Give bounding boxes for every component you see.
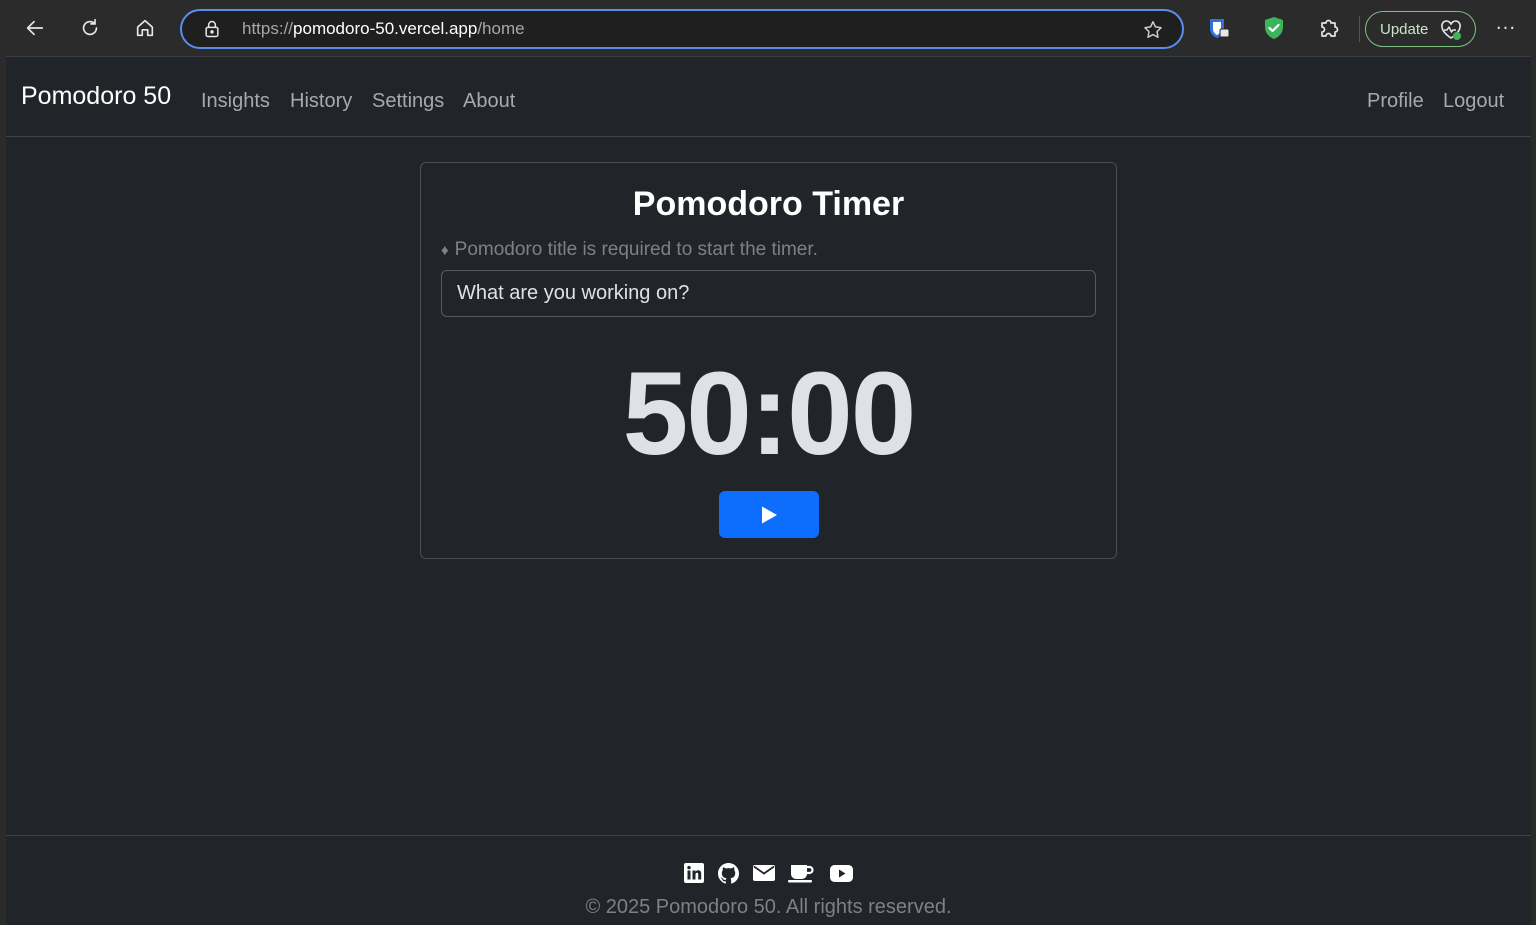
diamond-icon: ♦: [441, 242, 449, 259]
url-host: pomodoro-50.vercel.app: [293, 19, 478, 38]
home-button[interactable]: [127, 10, 163, 46]
url-prefix: https://: [242, 19, 294, 38]
linkedin-link[interactable]: [682, 862, 706, 884]
copyright-text: © 2025 Pomodoro 50. All rights reserved.: [585, 896, 952, 918]
task-title-input[interactable]: [441, 270, 1096, 317]
coffee-icon: [788, 865, 814, 883]
card-title: Pomodoro Timer: [632, 185, 905, 223]
youtube-link[interactable]: [828, 862, 854, 884]
update-button[interactable]: Update: [1365, 11, 1476, 47]
nav-link-profile[interactable]: Profile: [1367, 90, 1424, 113]
toolbar-divider: [1359, 16, 1360, 42]
browser-toolbar: https://pomodoro-50.vercel.app/home Upda…: [0, 0, 1536, 56]
refresh-button[interactable]: [72, 10, 108, 46]
timer-display: 50:00: [622, 348, 917, 480]
email-icon: [753, 865, 775, 881]
update-label: Update: [1380, 20, 1429, 38]
start-timer-button[interactable]: [719, 491, 819, 538]
refresh-icon: [82, 18, 98, 36]
linkedin-icon: [684, 863, 704, 883]
address-bar[interactable]: https://pomodoro-50.vercel.app/home: [180, 9, 1184, 49]
github-icon: [717, 862, 739, 884]
timer-card: Pomodoro Timer ♦ Pomodoro title is requir…: [420, 162, 1117, 559]
extension-shield-check-icon[interactable]: [1261, 15, 1287, 41]
nav-link-about[interactable]: About: [463, 90, 515, 113]
title-required-hint: ♦ Pomodoro title is required to start the…: [441, 239, 818, 261]
navbar: Pomodoro 50 Insights History Settings Ab…: [6, 57, 1531, 137]
brand-link[interactable]: Pomodoro 50: [21, 82, 171, 111]
more-button[interactable]: ···: [1490, 12, 1522, 44]
back-icon: [26, 20, 44, 36]
github-link[interactable]: [716, 862, 740, 884]
nav-link-insights[interactable]: Insights: [201, 90, 270, 113]
email-link[interactable]: [751, 862, 777, 884]
extension-shield-icon[interactable]: [1206, 15, 1232, 41]
puzzle-icon[interactable]: [1316, 15, 1342, 41]
back-button[interactable]: [17, 10, 53, 46]
home-icon: [136, 19, 154, 37]
page-viewport: Pomodoro 50 Insights History Settings Ab…: [6, 56, 1531, 925]
youtube-icon: [829, 864, 853, 882]
hint-text: Pomodoro title is required to start the …: [454, 239, 818, 260]
heart-pulse-icon: [1441, 20, 1461, 40]
coffee-link[interactable]: [787, 862, 815, 884]
footer: © 2025 Pomodoro 50. All rights reserved.: [6, 835, 1531, 925]
play-icon: [762, 506, 777, 523]
nav-link-settings[interactable]: Settings: [372, 90, 444, 113]
star-icon[interactable]: [1142, 19, 1164, 41]
nav-link-logout[interactable]: Logout: [1443, 90, 1504, 113]
lock-icon[interactable]: [202, 19, 222, 39]
url-text[interactable]: https://pomodoro-50.vercel.app/home: [242, 19, 525, 39]
nav-link-history[interactable]: History: [290, 90, 352, 113]
more-icon: ···: [1495, 17, 1517, 39]
url-path: /home: [477, 19, 525, 38]
